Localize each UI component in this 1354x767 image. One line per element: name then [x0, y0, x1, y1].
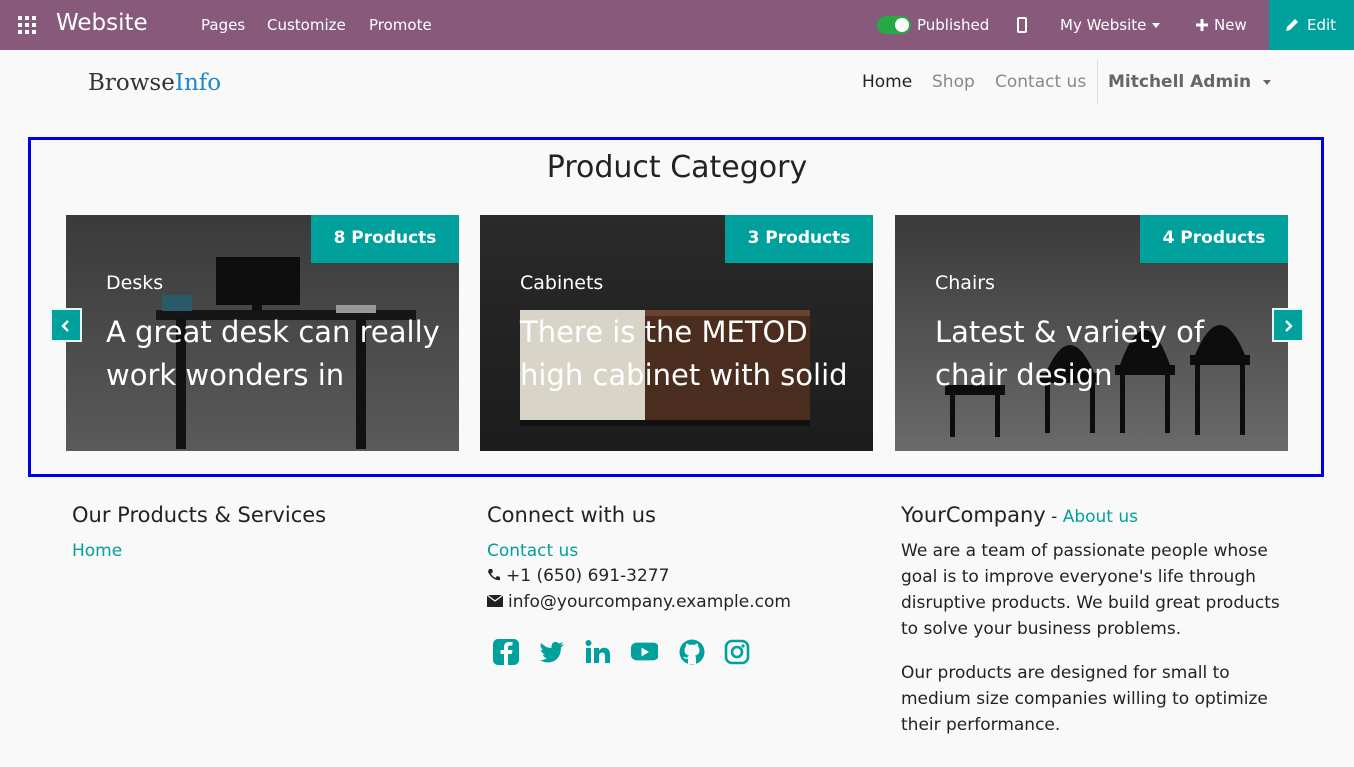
new-label: New	[1214, 16, 1247, 34]
footer-phone: +1 (650) 691-3277	[487, 566, 669, 586]
category-description: Latest & variety of chair design	[935, 315, 1205, 392]
category-card-desks[interactable]: 8 Products Desks A great desk can really…	[66, 215, 459, 451]
site-selector-label: My Website	[1060, 16, 1147, 34]
nav-shop[interactable]: Shop	[932, 72, 975, 92]
footer-connect-title: Connect with us	[487, 503, 656, 527]
email-address: info@yourcompany.example.com	[508, 592, 791, 612]
site-selector-dropdown[interactable]: My Website	[1060, 16, 1161, 34]
category-description: There is the METOD high cabinet with sol…	[520, 315, 848, 392]
facebook-icon[interactable]	[492, 638, 520, 666]
carousel-next-button[interactable]	[1272, 308, 1304, 342]
app-title: Website	[56, 10, 148, 36]
edit-label: Edit	[1307, 16, 1337, 34]
category-name: Desks	[106, 272, 164, 294]
logo-text-info: Info	[174, 70, 222, 96]
about-paragraph-1: We are a team of passionate people whose…	[901, 541, 1280, 639]
category-description: A great desk can really work wonders in	[106, 315, 440, 392]
footer-products-title: Our Products & Services	[72, 503, 327, 527]
edit-button[interactable]: Edit	[1269, 0, 1354, 50]
user-name: Mitchell Admin	[1108, 72, 1252, 92]
phone-icon	[488, 569, 500, 581]
youtube-icon[interactable]	[630, 638, 658, 666]
about-paragraph-2: Our products are designed for small to m…	[901, 663, 1268, 735]
envelope-icon	[486, 594, 504, 607]
published-toggle[interactable]	[877, 16, 911, 34]
pencil-icon	[1286, 19, 1298, 31]
footer-company-heading: YourCompany - About us	[901, 503, 1138, 527]
instagram-icon[interactable]	[723, 638, 751, 666]
github-icon[interactable]	[678, 638, 706, 666]
company-name: YourCompany	[901, 503, 1046, 527]
menu-pages[interactable]: Pages	[201, 16, 245, 34]
footer-contact-link[interactable]: Contact us	[487, 541, 578, 561]
carousel-prev-button[interactable]	[50, 308, 82, 342]
footer-email: info@yourcompany.example.com	[486, 592, 791, 612]
product-count-badge: 8 Products	[311, 215, 459, 263]
user-menu[interactable]: Mitchell Admin	[1108, 72, 1272, 92]
product-count-badge: 4 Products	[1140, 215, 1288, 263]
nav-contact-us[interactable]: Contact us	[995, 72, 1086, 92]
category-card-cabinets[interactable]: 3 Products Cabinets There is the METOD h…	[480, 215, 873, 451]
chevron-down-icon	[1263, 79, 1272, 85]
footer-home-link[interactable]: Home	[72, 541, 122, 561]
published-label: Published	[917, 16, 990, 34]
admin-top-bar: Website Pages Customize Promote Publishe…	[0, 0, 1354, 50]
site-logo[interactable]: BrowseInfo	[88, 70, 221, 96]
linkedin-icon[interactable]	[584, 638, 612, 666]
mobile-preview-icon[interactable]	[1017, 17, 1027, 33]
menu-promote[interactable]: Promote	[369, 16, 432, 34]
plus-icon	[1196, 19, 1208, 31]
chevron-left-icon	[61, 320, 69, 332]
nav-home[interactable]: Home	[862, 72, 912, 92]
nav-divider	[1097, 60, 1098, 104]
new-button[interactable]: New	[1196, 16, 1247, 34]
menu-customize[interactable]: Customize	[267, 16, 346, 34]
logo-text-browse: Browse	[88, 70, 175, 96]
section-title: Product Category	[546, 150, 808, 185]
category-name: Chairs	[935, 272, 995, 294]
twitter-icon[interactable]	[538, 638, 566, 666]
category-card-chairs[interactable]: 4 Products Chairs Latest & variety of ch…	[895, 215, 1288, 451]
about-us-link[interactable]: About us	[1063, 507, 1138, 527]
heading-separator: -	[1045, 507, 1063, 527]
chevron-down-icon	[1152, 23, 1161, 28]
apps-menu-icon[interactable]	[18, 16, 36, 34]
phone-number: +1 (650) 691-3277	[506, 566, 670, 586]
product-count-badge: 3 Products	[725, 215, 873, 263]
category-name: Cabinets	[520, 272, 604, 294]
chevron-right-icon	[1285, 320, 1293, 332]
